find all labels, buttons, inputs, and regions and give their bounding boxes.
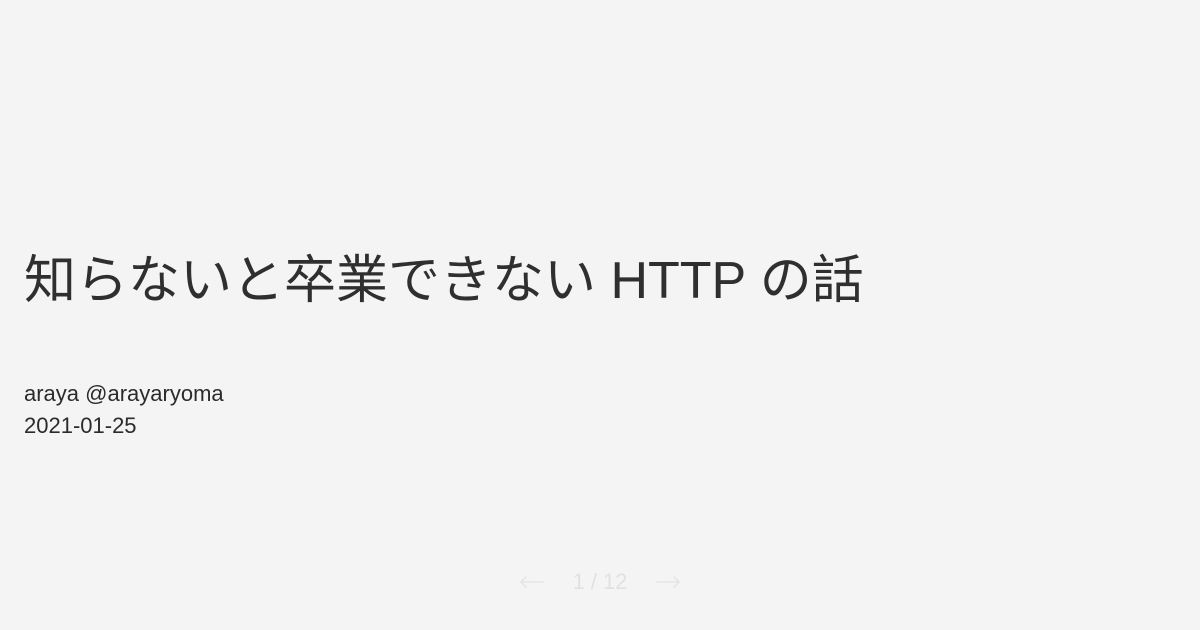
total-page-count: 12 [602, 569, 628, 594]
slide-metadata: araya @arayaryoma 2021-01-25 [24, 378, 224, 442]
right-arrow-icon [656, 576, 681, 588]
previous-slide-button[interactable] [517, 567, 545, 597]
next-slide-button[interactable] [655, 567, 683, 597]
page-separator: / [590, 569, 597, 594]
current-page-number: 1 [572, 569, 585, 594]
left-arrow-icon [519, 576, 544, 588]
slide-title: 知らないと卒業できない HTTP の話 [24, 252, 864, 310]
presentation-date: 2021-01-25 [24, 413, 137, 438]
slide-pager: 1 / 12 [0, 564, 1200, 600]
page-indicator: 1 / 12 [573, 569, 628, 595]
author-handle: araya @arayaryoma [24, 381, 224, 406]
presentation-slide: 知らないと卒業できない HTTP の話 araya @arayaryoma 20… [0, 0, 1200, 630]
